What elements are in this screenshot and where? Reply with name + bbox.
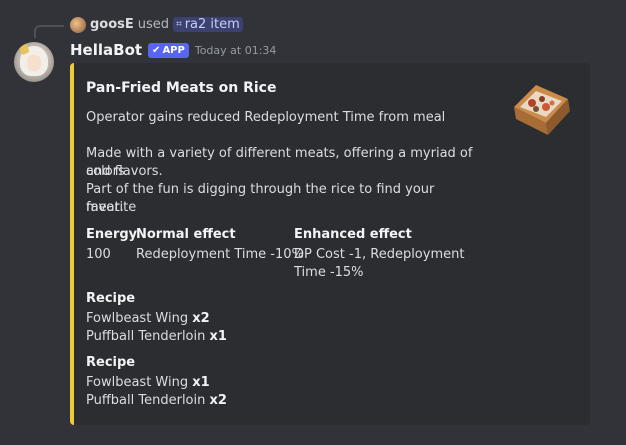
message-timestamp: Today at 01:34 (194, 43, 277, 57)
message-header: HellaBot ✔ APP Today at 01:34 (70, 40, 276, 60)
reply-context: goosE used ⌗ ra2 item (90, 17, 243, 32)
recipe-ingredient: Puffball Tenderloin x1 (86, 328, 227, 346)
reply-used-text: used (137, 17, 170, 32)
recipe-title: Recipe (86, 291, 136, 306)
app-badge-label: APP (162, 44, 185, 56)
recipe-ingredient: Puffball Tenderloin x2 (86, 392, 227, 410)
food-thumbnail[interactable] (506, 77, 576, 143)
checkmark-icon: ✔ (152, 44, 161, 56)
ingredient-quantity: x2 (192, 311, 210, 326)
app-badge: ✔ APP (148, 42, 189, 58)
field-enhanced-value-line2: Time -15% (294, 265, 364, 280)
ingredient-name: Fowlbeast Wing (86, 311, 193, 326)
field-enhanced-name: Enhanced effect (294, 227, 412, 242)
field-normal-name: Normal effect (136, 227, 236, 242)
item-embed: Pan-Fried Meats on Rice Operator gains r… (70, 63, 590, 425)
bot-avatar[interactable] (14, 42, 54, 82)
embed-title: Pan-Fried Meats on Rice (86, 80, 277, 96)
field-energy-name: Energy (86, 227, 138, 242)
embed-description-line4: meat. (86, 200, 124, 215)
author-name[interactable]: HellaBot (70, 41, 142, 59)
embed-subtitle: Operator gains reduced Redeployment Time… (86, 110, 446, 125)
ingredient-name: Fowlbeast Wing (86, 375, 193, 390)
ingredient-name: Puffball Tenderloin (86, 329, 210, 344)
field-normal-value: Redeployment Time -10% (136, 247, 304, 262)
recipe-field: Recipe Fowlbeast Wing x1 Puffball Tender… (86, 354, 227, 410)
reply-spine (34, 25, 64, 38)
field-energy: Energy 100 (86, 226, 137, 264)
command-chip[interactable]: ⌗ ra2 item (173, 17, 243, 32)
reply-user-avatar[interactable] (70, 17, 86, 33)
command-name: ra2 item (184, 17, 240, 32)
recipe-field: Recipe Fowlbeast Wing x2 Puffball Tender… (86, 290, 227, 346)
ingredient-name: Puffball Tenderloin (86, 393, 210, 408)
ingredient-quantity: x1 (192, 375, 210, 390)
avatar-face (27, 55, 41, 71)
recipe-title: Recipe (86, 355, 136, 370)
field-energy-value: 100 (86, 247, 111, 262)
embed-description-line2: and flavors. (86, 164, 163, 179)
slash-command-icon: ⌗ (176, 19, 182, 30)
field-enhanced-value-line1: DP Cost -1, Redeployment (294, 247, 465, 262)
field-enhanced-effect: Enhanced effect DP Cost -1, Redeployment… (294, 226, 464, 282)
recipe-ingredient: Fowlbeast Wing x1 (86, 374, 227, 392)
ingredient-quantity: x1 (209, 329, 227, 344)
ingredient-quantity: x2 (209, 393, 227, 408)
recipe-ingredient: Fowlbeast Wing x2 (86, 310, 227, 328)
field-normal-effect: Normal effect Redeployment Time -10% (136, 226, 304, 264)
reply-username[interactable]: goosE (90, 17, 134, 32)
